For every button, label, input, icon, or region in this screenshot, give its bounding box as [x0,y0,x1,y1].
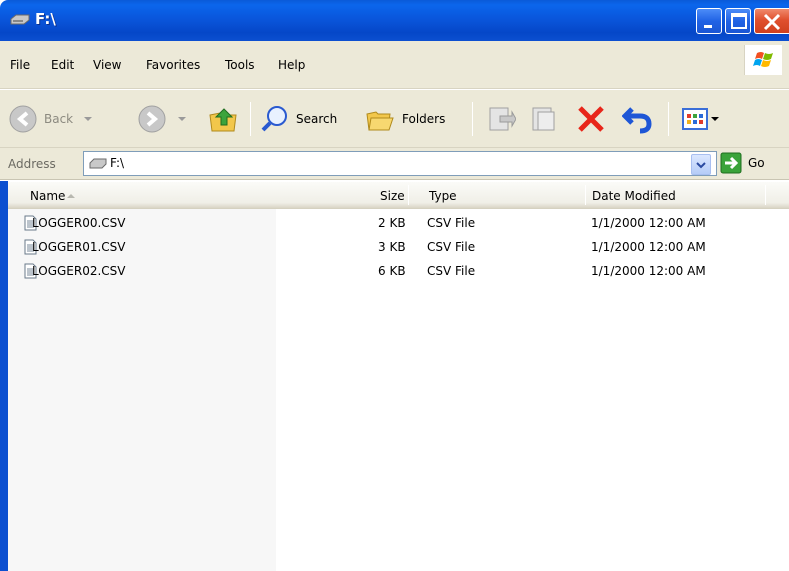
sort-ascending-icon [67,194,75,198]
file-row[interactable]: LOGGER01.CSV 3 KB CSV File 1/1/2000 12:0… [8,235,789,259]
file-date-modified: 1/1/2000 12:00 AM [591,216,706,230]
file-size: 2 KB [378,216,406,230]
file-type: CSV File [427,240,476,254]
title-bar[interactable]: F:\ [0,0,789,41]
windows-flag-icon [753,52,773,67]
minimize-button[interactable] [696,8,722,34]
column-header-date-modified[interactable]: Date Modified [592,189,676,203]
folder-up-icon [209,108,237,132]
menu-tools[interactable]: Tools [225,58,255,72]
close-icon [763,13,781,31]
column-header-name[interactable]: Name [30,189,65,203]
move-to-button[interactable] [486,100,516,138]
forward-button[interactable] [137,100,189,138]
file-type: CSV File [427,264,476,278]
drive-icon [89,158,107,169]
window-title: F:\ [35,10,56,28]
file-name: LOGGER00.CSV [32,216,126,230]
menu-bar: File Edit View Favorites Tools Help [0,41,789,89]
chevron-down-icon [711,117,719,121]
address-dropdown-button[interactable] [691,154,711,175]
views-grid-icon [682,108,708,130]
file-size: 3 KB [378,240,406,254]
file-date-modified: 1/1/2000 12:00 AM [591,240,706,254]
chevron-down-icon [696,162,706,169]
maximize-icon [731,13,747,29]
go-label: Go [748,156,765,170]
chevron-down-icon [178,117,186,121]
window-left-border [0,181,8,571]
back-label: Back [44,112,74,126]
column-separator[interactable] [765,185,766,205]
menu-help[interactable]: Help [278,58,305,72]
up-folder-button[interactable] [208,100,240,138]
toolbar-separator [668,102,669,136]
minimize-icon [704,25,712,28]
column-separator[interactable] [408,185,409,205]
back-button[interactable]: Back [8,100,95,138]
file-row[interactable]: LOGGER02.CSV 6 KB CSV File 1/1/2000 12:0… [8,259,789,283]
delete-x-icon [578,106,604,132]
forward-arrow-icon [138,105,166,133]
file-name: LOGGER01.CSV [32,240,126,254]
toolbar-separator [250,102,251,136]
address-bar: Address F:\ Go [0,148,789,180]
standard-toolbar: Back Search Folders [0,90,789,148]
folders-button[interactable]: Folders [364,100,445,138]
search-button[interactable]: Search [260,100,337,138]
address-label: Address [8,157,56,171]
go-button[interactable]: Go [720,152,765,174]
maximize-button[interactable] [725,8,751,34]
file-name: LOGGER02.CSV [32,264,126,278]
folders-icon [366,111,394,131]
list-header: Name Size Type Date Modified [8,182,789,209]
toolbar-separator [472,102,473,136]
file-row[interactable]: LOGGER00.CSV 2 KB CSV File 1/1/2000 12:0… [8,211,789,235]
chevron-down-icon [84,117,93,121]
column-separator[interactable] [585,185,586,205]
file-type: CSV File [427,216,476,230]
menu-edit[interactable]: Edit [51,58,74,72]
search-icon [261,106,287,132]
windows-logo [744,45,782,75]
address-value: F:\ [110,156,125,170]
menu-view[interactable]: View [93,58,121,72]
back-arrow-icon [9,105,37,133]
copy-to-button[interactable] [529,100,559,138]
address-input[interactable]: F:\ [83,151,717,176]
undo-button[interactable] [622,100,654,138]
search-label: Search [296,112,338,126]
column-header-size[interactable]: Size [380,189,405,203]
column-header-type[interactable]: Type [429,189,457,203]
copy-to-icon [532,107,555,131]
folders-label: Folders [402,112,446,126]
move-to-icon [489,107,516,131]
file-list-view[interactable]: Name Size Type Date Modified LOGGER00.CS… [0,181,789,571]
views-button[interactable] [680,100,720,138]
close-button[interactable] [754,8,789,34]
menu-favorites[interactable]: Favorites [146,58,200,72]
menu-file[interactable]: File [10,58,30,72]
delete-button[interactable] [575,100,607,138]
file-size: 6 KB [378,264,406,278]
undo-icon [622,107,652,134]
file-date-modified: 1/1/2000 12:00 AM [591,264,706,278]
drive-icon [10,14,30,25]
go-arrow-icon [720,152,742,174]
